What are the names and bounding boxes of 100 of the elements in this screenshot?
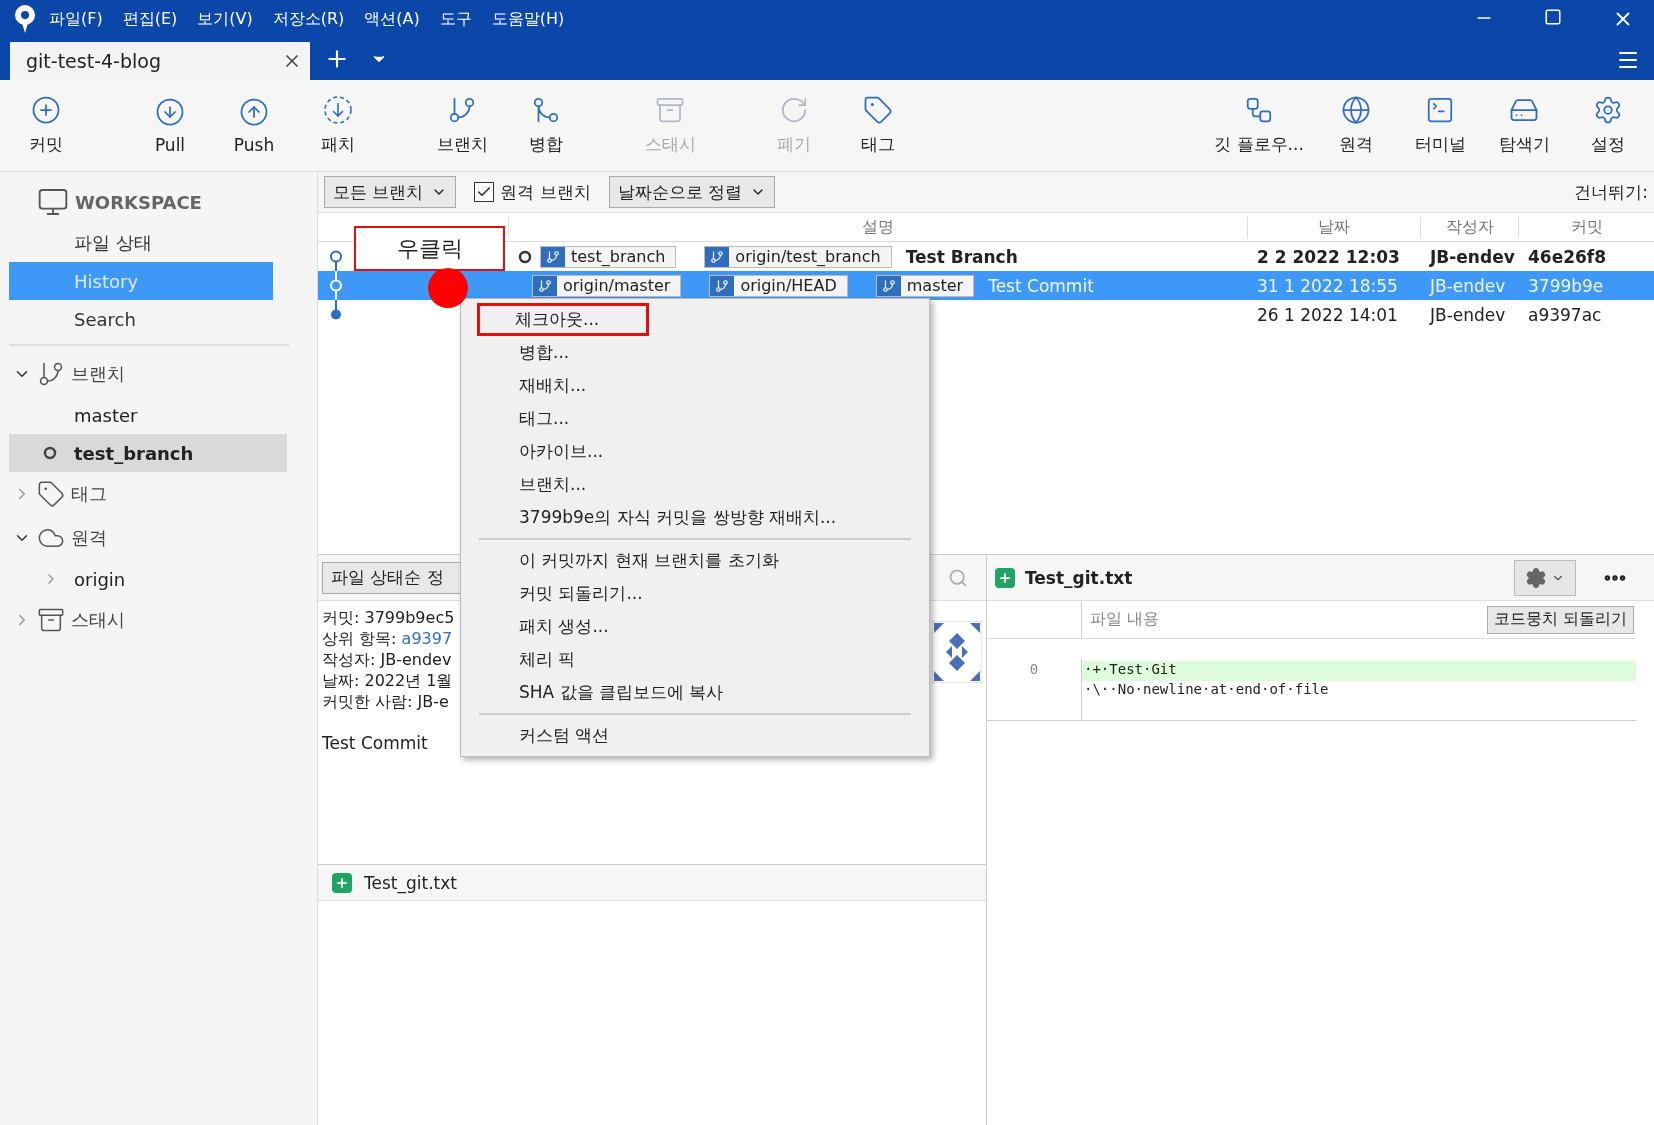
- repo-tab[interactable]: git-test-4-blog: [10, 42, 310, 80]
- toolbar-button[interactable]: 설정: [1566, 83, 1650, 168]
- file-name: Test_git.txt: [1025, 567, 1133, 588]
- terminal-icon: [1425, 95, 1455, 125]
- detail-line: 상위 항목: a9397: [322, 628, 453, 649]
- branch-filter-dropdown[interactable]: 모든 브랜치: [324, 176, 457, 208]
- column-header[interactable]: 설명: [508, 216, 1247, 238]
- sidebar-item[interactable]: master: [9, 396, 287, 434]
- branch-icon: [541, 246, 565, 267]
- section-title[interactable]: 브랜치: [71, 362, 125, 386]
- sidebar-item[interactable]: Search: [9, 300, 273, 338]
- avatar-icon: [932, 621, 982, 683]
- toolbar-button[interactable]: 브랜치: [420, 83, 504, 168]
- toolbar-button[interactable]: 태그: [836, 83, 920, 168]
- sidebar-item[interactable]: 파일 상태: [9, 224, 273, 262]
- toolbar-button[interactable]: 원격: [1314, 83, 1398, 168]
- diff-header: 파일 내용: [1090, 609, 1160, 630]
- toolbar-button[interactable]: 패치: [296, 83, 380, 168]
- menu-item[interactable]: 도움말(H): [482, 8, 574, 30]
- toolbar-button[interactable]: 병합: [504, 83, 588, 168]
- current-branch-icon: [43, 446, 57, 460]
- menu-item[interactable]: 3799b9e의 자식 커밋을 쌍방향 재배치...: [461, 501, 929, 534]
- branch-label[interactable]: master: [875, 274, 975, 297]
- branch-label[interactable]: origin/test_branch: [704, 245, 892, 268]
- menu-item[interactable]: 저장소(R): [263, 8, 354, 30]
- menu-item[interactable]: 보기(V): [188, 8, 262, 30]
- menu-item[interactable]: 재배치...: [461, 369, 929, 402]
- menu-item[interactable]: 커스텀 액션: [461, 719, 929, 752]
- menu-item[interactable]: 아카이브...: [461, 435, 929, 468]
- author-cell-text: JB-endev: [1428, 304, 1507, 325]
- settings-dropdown-button[interactable]: [1514, 559, 1576, 596]
- toolbar-button[interactable]: 터미널: [1398, 83, 1482, 168]
- checkbox[interactable]: [474, 182, 495, 202]
- globe-icon: [1341, 95, 1371, 125]
- menu-item[interactable]: 태그...: [461, 402, 929, 435]
- app-logo-icon: [12, 4, 38, 34]
- column-header[interactable]: 날짜: [1247, 216, 1420, 238]
- detail-line: 날짜: 2022년 1월: [322, 670, 453, 691]
- branch-icon: [447, 95, 477, 125]
- toolbar-button[interactable]: Pull: [128, 83, 212, 168]
- author-cell-text: JB-endev: [1428, 275, 1507, 296]
- toolbar-button[interactable]: 커밋: [4, 83, 88, 168]
- section-title[interactable]: 태그: [71, 482, 107, 506]
- branch-icon: [705, 246, 730, 267]
- detail-line: 커밋한 사람: JB-e: [322, 691, 449, 712]
- jump-label: 건너뛰기:: [1574, 180, 1648, 204]
- sidebar-item[interactable]: origin: [9, 560, 287, 598]
- detail-line: 커밋: 3799b9ec5: [322, 607, 455, 628]
- commit-message: Test Branch: [905, 246, 1018, 267]
- branch-label[interactable]: origin/HEAD: [709, 274, 848, 297]
- line-number: 0: [1028, 660, 1040, 679]
- branch-icon: [37, 360, 65, 388]
- file-name: Test_git.txt: [364, 872, 457, 893]
- menu-item[interactable]: 편집(E): [113, 8, 187, 30]
- stash-icon: [655, 95, 685, 125]
- commit-message: Test Commit: [988, 275, 1094, 296]
- menu-item[interactable]: 패치 생성...: [461, 610, 929, 643]
- stash-icon: [37, 606, 65, 634]
- menu-item[interactable]: 도구: [430, 8, 481, 30]
- maximize-icon[interactable]: [1544, 8, 1562, 26]
- branch-name: test_branch: [74, 442, 194, 464]
- sidebar-item[interactable]: test_branch: [9, 434, 287, 472]
- annotation-label: 우클릭: [354, 226, 505, 271]
- menu-item[interactable]: 체리 픽: [461, 643, 929, 676]
- merge-icon: [531, 95, 561, 125]
- toolbar-button[interactable]: 깃 플로우...: [1204, 83, 1314, 168]
- menu-item[interactable]: 병합...: [461, 336, 929, 369]
- menu-item[interactable]: 액션(A): [355, 8, 429, 30]
- branch-name: origin: [74, 568, 126, 590]
- refresh-icon: [779, 95, 809, 125]
- flow-icon: [1244, 95, 1274, 125]
- section-title[interactable]: 원격: [71, 526, 107, 550]
- column-header[interactable]: 커밋: [1518, 216, 1654, 238]
- menu-item[interactable]: 브랜치...: [461, 468, 929, 501]
- branch-icon: [710, 275, 735, 296]
- sort-dropdown[interactable]: 날짜순으로 정렬: [608, 176, 776, 208]
- toolbar-button[interactable]: 탐색기: [1482, 83, 1566, 168]
- tag-icon: [37, 480, 65, 508]
- column-header[interactable]: 작성자: [1420, 216, 1518, 238]
- selected-row-highlight[interactable]: origin/master origin/HEAD master Test Commit 31 1 2022 18:55 JB-endev 3799b9e: [318, 271, 1654, 300]
- branch-label[interactable]: test_branch: [540, 245, 677, 268]
- menu-item[interactable]: 파일(F): [40, 8, 112, 30]
- checkbox-label[interactable]: 원격 브랜치: [500, 180, 591, 204]
- branch-icon: [533, 275, 557, 296]
- author-cell-text: JB-endev: [1428, 246, 1516, 267]
- file-row[interactable]: Test_git.txt: [318, 865, 986, 901]
- discard-hunk-button[interactable]: 코드뭉치 되돌리기: [1486, 605, 1634, 634]
- menu-item[interactable]: SHA 값을 클립보드에 복사: [461, 676, 929, 709]
- gear-icon: [1525, 566, 1547, 589]
- menu-item[interactable]: 체크아웃...: [477, 303, 649, 336]
- section-title[interactable]: 스태시: [71, 608, 125, 632]
- detail-line: 작성자: JB-endev: [322, 649, 452, 670]
- date-cell-text: 26 1 2022 14:01: [1256, 304, 1399, 325]
- toolbar-button[interactable]: Push: [212, 83, 296, 168]
- added-file-icon: [995, 567, 1015, 588]
- branch-label[interactable]: origin/master: [532, 274, 682, 297]
- hash-cell-text: a9397ac: [1527, 304, 1603, 325]
- branch-name: master: [74, 404, 138, 426]
- tab-label: git-test-4-blog: [26, 50, 162, 72]
- hash-cell-text: 46e26f8: [1527, 246, 1608, 267]
